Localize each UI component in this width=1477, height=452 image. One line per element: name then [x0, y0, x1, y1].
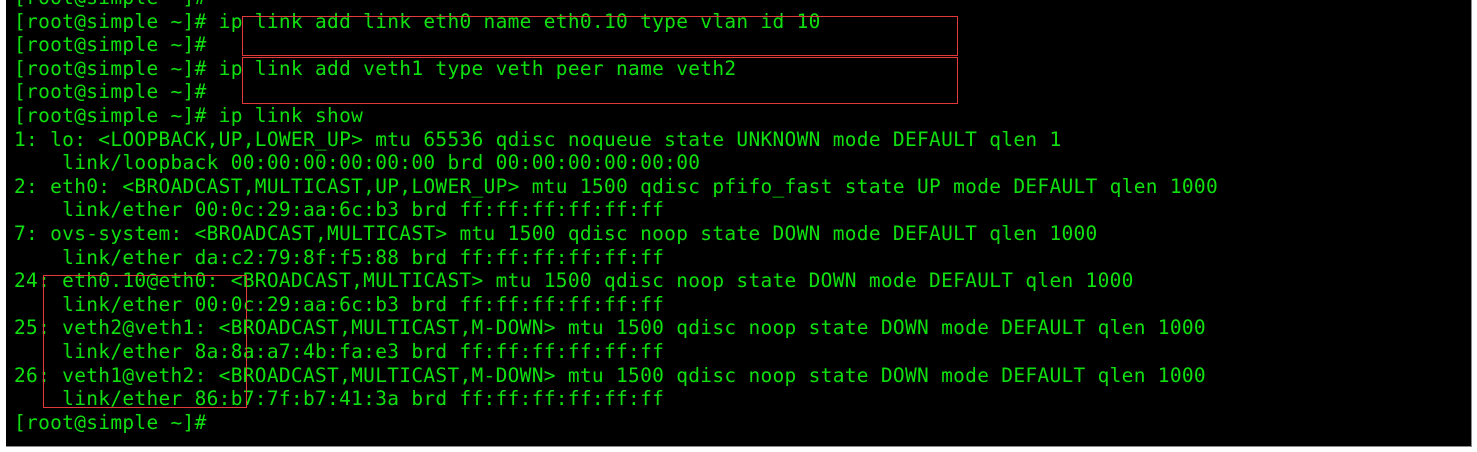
- highlight-box-vlan-command: [242, 16, 958, 56]
- terminal-line: link/loopback 00:00:00:00:00:00 brd 00:0…: [14, 151, 701, 175]
- highlight-box-veth-command: [242, 57, 958, 104]
- terminal-line: link/ether 00:0c:29:aa:6c:b3 brd ff:ff:f…: [14, 198, 665, 222]
- terminal-line: 1: lo: <LOOPBACK,UP,LOWER_UP> mtu 65536 …: [14, 127, 1062, 151]
- terminal-line: 7: ovs-system: <BROADCAST,MULTICAST> mtu…: [14, 221, 1098, 245]
- terminal-line: [root@simple ~]#: [14, 0, 1218, 10]
- highlight-box-new-interfaces: [43, 275, 247, 408]
- terminal-window[interactable]: [root@simple ~]# [root@simple ~]# ip lin…: [6, 0, 1472, 447]
- terminal-line: [root@simple ~]# ip link show: [14, 103, 364, 127]
- screenshot-frame: [root@simple ~]# [root@simple ~]# ip lin…: [0, 0, 1477, 452]
- terminal-line: 2: eth0: <BROADCAST,MULTICAST,UP,LOWER_U…: [14, 174, 1218, 198]
- terminal-prompt[interactable]: [root@simple ~]#: [14, 411, 1218, 435]
- terminal-line: link/ether da:c2:79:8f:f5:88 brd ff:ff:f…: [14, 245, 665, 269]
